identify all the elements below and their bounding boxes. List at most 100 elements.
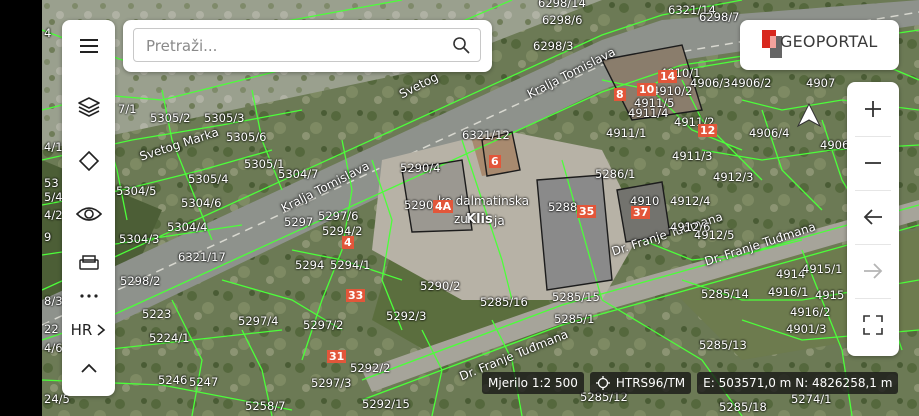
- language-button[interactable]: HR: [62, 310, 115, 350]
- crs-text: HTRS96/TM: [615, 376, 686, 390]
- parcel-label: 4906/2: [731, 76, 772, 90]
- parcel-label: 5305/2: [150, 111, 191, 125]
- parcel-label: 5290/2: [420, 279, 461, 293]
- parcel-label: 5305/3: [204, 111, 245, 125]
- parcel-label: 6298/7: [699, 10, 740, 24]
- parcel-label: 5290/4: [400, 161, 441, 175]
- minus-icon: [865, 162, 881, 164]
- parcel-label: 22: [44, 322, 59, 336]
- parcel-label: 5305/4: [188, 172, 229, 186]
- parcel-label: 4912/4: [670, 194, 711, 208]
- parcel-label: 4907: [806, 76, 836, 90]
- north-arrow-icon: [796, 102, 822, 128]
- parcel-label: 6298/14: [538, 0, 586, 10]
- coordinate-readout: E: 503571,0 m N: 4826258,1 m: [697, 372, 899, 394]
- collapse-button[interactable]: [62, 348, 115, 388]
- hamburger-icon: [79, 39, 98, 53]
- parcel-label: 4915: [815, 288, 845, 302]
- parcel-label: 4916/2: [790, 305, 831, 319]
- parcel-label: 5297: [284, 215, 314, 229]
- parcel-label: 4916/1: [768, 285, 809, 299]
- house-number: 31: [327, 350, 347, 363]
- parcel-label: 6298/6: [542, 13, 583, 27]
- crs-indicator[interactable]: HTRS96/TM: [589, 372, 692, 394]
- search-panel: [123, 20, 492, 72]
- parcel-label: 4912/5: [694, 228, 735, 242]
- language-label: HR: [70, 321, 93, 339]
- parcel-label: 53: [44, 176, 59, 190]
- forward-button[interactable]: [847, 244, 899, 298]
- layers-button[interactable]: [62, 87, 115, 127]
- parcel-label: 6321/17: [178, 250, 226, 264]
- parcel-label: 4911/1: [606, 126, 647, 140]
- parcel-label: 4911/3: [672, 149, 713, 163]
- parcel-label: 4914: [776, 267, 806, 281]
- parcel-label: 6321/12: [462, 128, 510, 142]
- plus-icon: [865, 101, 881, 117]
- parcel-label: 4/6: [44, 341, 63, 355]
- parcel-label: 4906/4: [749, 126, 790, 140]
- parcel-label: 5274/1: [791, 392, 832, 406]
- parcel-label: 5258/7: [245, 399, 286, 413]
- parcel-label: 5224/1: [149, 331, 190, 345]
- house-number: 35: [577, 205, 597, 218]
- search-box: [133, 28, 481, 63]
- place-label-klis: Klis: [466, 212, 493, 227]
- draw-button[interactable]: [62, 141, 115, 181]
- search-input[interactable]: [144, 29, 448, 63]
- layers-icon: [77, 97, 100, 117]
- parcel-label: 5/4: [44, 190, 63, 204]
- ellipsis-icon: [79, 294, 98, 298]
- parcel-label: 5304/4: [167, 220, 208, 234]
- arrow-left-icon: [863, 209, 882, 225]
- parcel-label: 9: [44, 230, 52, 244]
- scale-indicator[interactable]: Mjerilo 1:2 500: [482, 372, 584, 394]
- chevron-up-icon: [80, 363, 97, 373]
- parcel-label: 5290: [404, 198, 434, 212]
- house-number: 12: [698, 124, 718, 137]
- search-icon[interactable]: [452, 36, 470, 54]
- zoom-in-button[interactable]: [847, 82, 899, 136]
- print-button[interactable]: [62, 252, 115, 270]
- parcel-label: 5304/6: [181, 196, 222, 210]
- house-number: 33: [346, 289, 366, 302]
- parcel-label: 5294/1: [330, 258, 371, 272]
- parcel-label: 4912/3: [713, 170, 754, 184]
- visibility-button[interactable]: [62, 194, 115, 234]
- house-number: 6: [489, 155, 501, 168]
- scale-text: Mjerilo 1:2 500: [488, 376, 578, 390]
- parcel-label: 5304/7: [278, 167, 319, 181]
- zoom-out-button[interactable]: [847, 136, 899, 190]
- house-number: 8: [614, 88, 626, 101]
- house-number: 10: [637, 83, 657, 96]
- house-number: 4: [342, 236, 354, 249]
- parcel-label: 5292/2: [350, 361, 391, 375]
- parcel-label: 4901/3: [786, 322, 827, 336]
- back-button[interactable]: [847, 190, 899, 244]
- parcel-label: 5297/4: [238, 314, 279, 328]
- parcel-label: 5305/6: [226, 130, 267, 144]
- left-toolbar: HR: [62, 20, 115, 396]
- printer-icon: [78, 255, 99, 270]
- parcel-label: 5285/15: [552, 290, 600, 304]
- geoportal-logo[interactable]: GEOPORTAL: [740, 20, 899, 70]
- parcel-label: 5292/3: [386, 309, 427, 323]
- parcel-label: 5285/16: [480, 295, 528, 309]
- fullscreen-icon: [863, 315, 883, 335]
- parcel-label: 5247: [189, 375, 219, 389]
- parcel-label: 4911/4: [628, 106, 669, 120]
- parcel-label: 5294: [295, 258, 325, 272]
- house-number: 37: [631, 206, 651, 219]
- parcel-label: 5288: [548, 200, 578, 214]
- parcel-label: 5304/5: [116, 184, 157, 198]
- parcel-label: 4: [44, 26, 52, 40]
- parcel-label: 5246: [158, 373, 188, 387]
- parcel-label: 5304/3: [119, 232, 160, 246]
- coords-text: E: 503571,0 m N: 4826258,1 m: [703, 376, 893, 390]
- parcel-label: 5285/14: [701, 287, 749, 301]
- parcel-label: 5297/6: [318, 209, 359, 223]
- chevron-right-icon: [97, 324, 106, 336]
- right-toolbar: [847, 82, 899, 356]
- fullscreen-button[interactable]: [847, 298, 899, 352]
- menu-button[interactable]: [62, 26, 115, 66]
